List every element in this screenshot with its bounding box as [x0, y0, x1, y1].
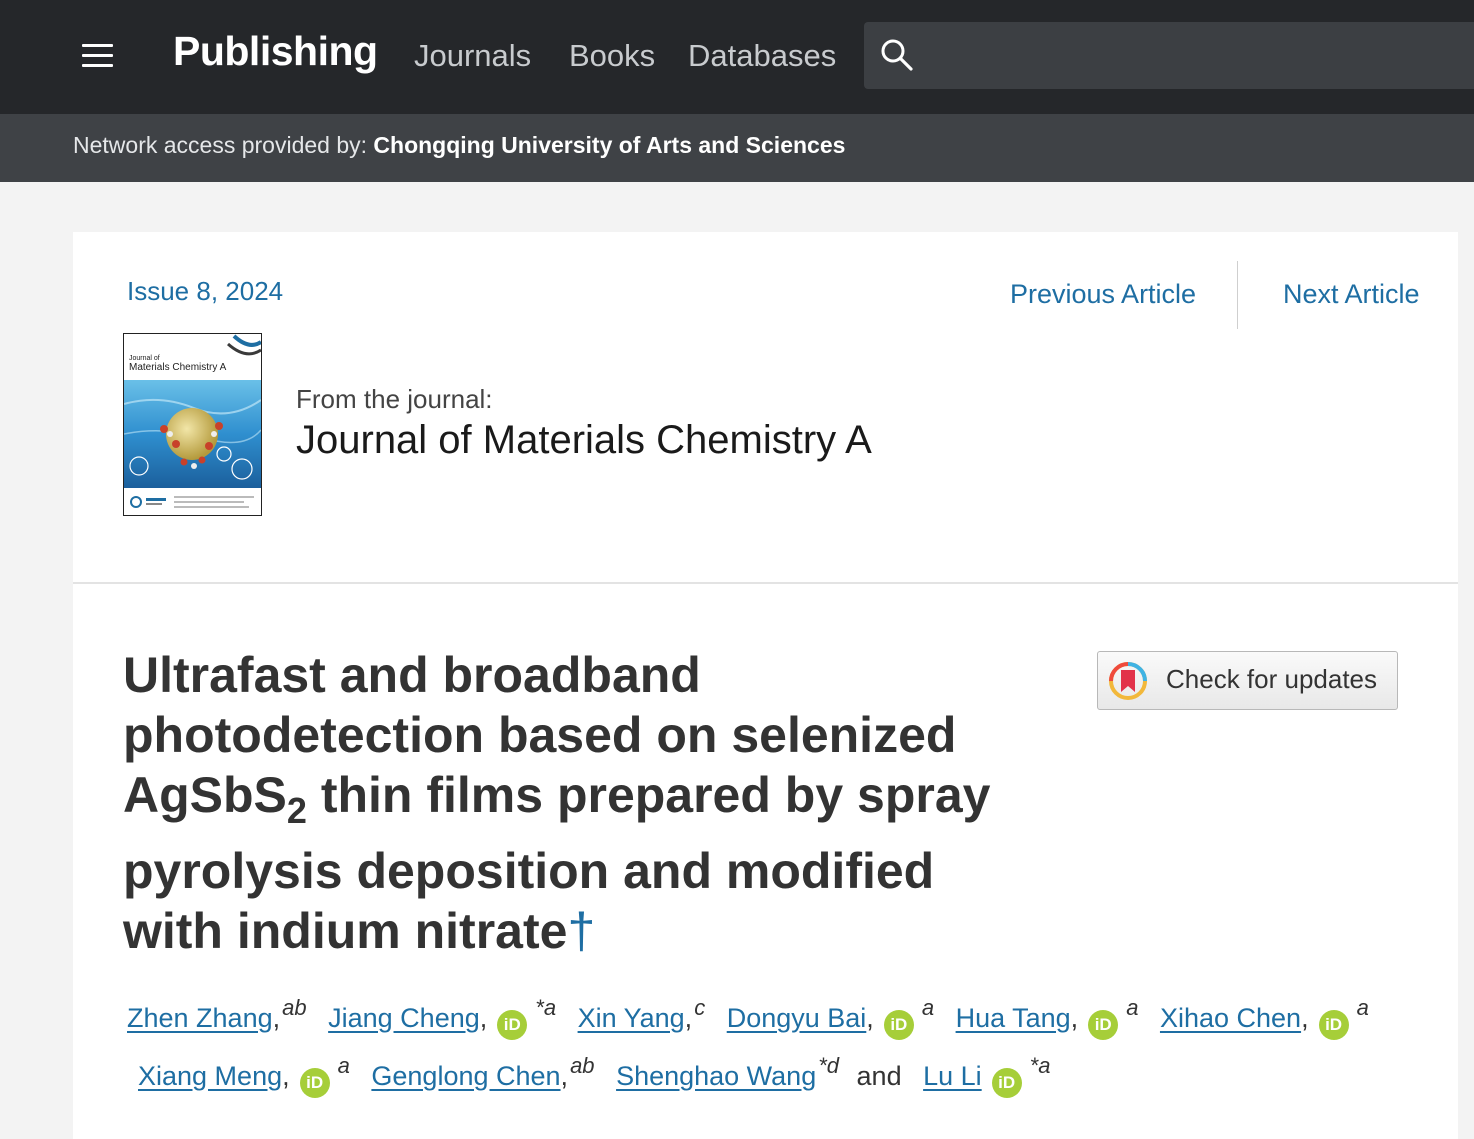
- orcid-icon[interactable]: iD: [300, 1068, 330, 1098]
- author-affiliation: *a: [535, 995, 556, 1020]
- network-access-text: Network access provided by: Chongqing Un…: [73, 132, 845, 159]
- orcid-icon[interactable]: iD: [992, 1068, 1022, 1098]
- journal-cover-image[interactable]: Journal of Materials Chemistry A: [123, 333, 262, 516]
- orcid-icon[interactable]: iD: [497, 1010, 527, 1040]
- esi-dagger-link[interactable]: †: [567, 903, 595, 959]
- orcid-icon[interactable]: iD: [1319, 1010, 1349, 1040]
- cover-title-line1: Journal of: [129, 355, 160, 362]
- orcid-icon[interactable]: iD: [1088, 1010, 1118, 1040]
- author-affiliation: a: [1357, 995, 1369, 1020]
- author-link[interactable]: Shenghao Wang: [616, 1061, 816, 1091]
- author-row-2: Xiang Meng,iDa Genglong Chen,ab Shenghao…: [138, 1053, 1050, 1098]
- authors-conjunction: and: [857, 1061, 902, 1091]
- author-affiliation: *d: [818, 1053, 839, 1078]
- author-affiliation: c: [694, 995, 705, 1020]
- brand-logo-link[interactable]: Publishing: [173, 28, 378, 75]
- author-link[interactable]: Lu Li: [923, 1061, 982, 1091]
- search-icon[interactable]: [880, 38, 914, 72]
- nav-link-journals[interactable]: Journals: [414, 38, 531, 74]
- check-for-updates-button[interactable]: Check for updates: [1097, 651, 1398, 710]
- author-link[interactable]: Genglong Chen: [371, 1061, 560, 1091]
- section-divider: [73, 582, 1458, 584]
- author-row-1: Zhen Zhang,ab Jiang Cheng,iD*a Xin Yang,…: [127, 995, 1369, 1040]
- author-link[interactable]: Hua Tang: [956, 1003, 1071, 1033]
- network-access-label: Network access provided by:: [73, 132, 367, 158]
- next-article-link[interactable]: Next Article: [1283, 279, 1420, 310]
- author-affiliation: ab: [570, 1053, 594, 1078]
- nav-separator: [1237, 261, 1238, 329]
- author-link[interactable]: Zhen Zhang: [127, 1003, 273, 1033]
- institution-name: Chongqing University of Arts and Science…: [373, 132, 845, 158]
- menu-icon[interactable]: [82, 42, 114, 68]
- author-affiliation: a: [1126, 995, 1138, 1020]
- issue-link[interactable]: Issue 8, 2024: [127, 276, 283, 307]
- orcid-icon[interactable]: iD: [884, 1010, 914, 1040]
- nav-link-books[interactable]: Books: [569, 38, 655, 74]
- journal-name-link[interactable]: Journal of Materials Chemistry A: [296, 418, 872, 463]
- nav-link-databases[interactable]: Databases: [688, 38, 836, 74]
- from-journal-label: From the journal:: [296, 384, 493, 415]
- author-affiliation: a: [922, 995, 934, 1020]
- author-affiliation: ab: [282, 995, 306, 1020]
- author-link[interactable]: Xiang Meng: [138, 1061, 282, 1091]
- article-title: Ultrafast and broadband photodetection b…: [123, 645, 1023, 961]
- author-link[interactable]: Xin Yang: [578, 1003, 685, 1033]
- author-link[interactable]: Xihao Chen: [1160, 1003, 1301, 1033]
- author-link[interactable]: Dongyu Bai: [727, 1003, 867, 1033]
- title-subscript: 2: [287, 790, 307, 831]
- search-input[interactable]: [930, 30, 1474, 82]
- author-affiliation: a: [338, 1053, 350, 1078]
- check-for-updates-label: Check for updates: [1166, 664, 1377, 695]
- author-link[interactable]: Jiang Cheng: [328, 1003, 480, 1033]
- cover-title-line2: Materials Chemistry A: [129, 362, 227, 373]
- previous-article-link[interactable]: Previous Article: [1010, 279, 1196, 310]
- crossmark-icon: [1108, 661, 1148, 701]
- author-affiliation: *a: [1030, 1053, 1051, 1078]
